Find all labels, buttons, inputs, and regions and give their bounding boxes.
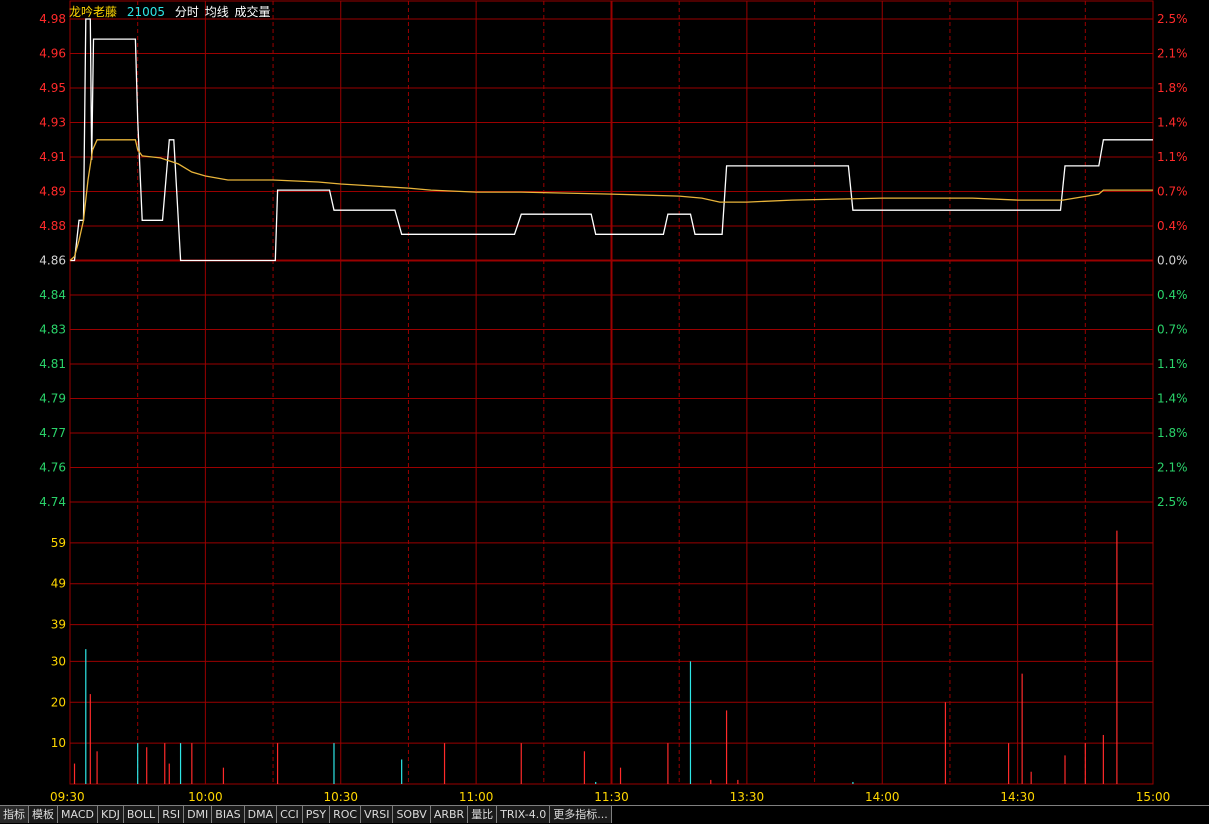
volume-tick-label: 30 bbox=[51, 654, 66, 668]
tab-17[interactable]: 更多指标... bbox=[550, 806, 612, 823]
tab-13[interactable]: SOBV bbox=[393, 806, 431, 823]
tab-6[interactable]: DMI bbox=[184, 806, 213, 823]
price-tick-label: 4.91 bbox=[39, 150, 66, 164]
price-tick-label: 4.95 bbox=[39, 81, 66, 95]
price-tick-label: 4.83 bbox=[39, 323, 66, 337]
tab-0[interactable]: 指标 bbox=[0, 806, 29, 823]
label-timeshare: 分时 bbox=[174, 5, 199, 19]
percent-tick-label: 2.5% bbox=[1157, 12, 1188, 26]
chart-header: 龙吟老藤 21005 分时 均线 成交量 bbox=[69, 3, 277, 20]
percent-tick-label: 1.4% bbox=[1157, 116, 1188, 130]
time-tick-label: 14:30 bbox=[1000, 790, 1035, 804]
volume-tick-label: 39 bbox=[51, 618, 66, 632]
volume-tick-label: 59 bbox=[51, 536, 66, 550]
percent-tick-label: 2.1% bbox=[1157, 461, 1188, 475]
tab-9[interactable]: CCI bbox=[277, 806, 303, 823]
percent-tick-label: 0.4% bbox=[1157, 288, 1188, 302]
percent-tick-label: 1.8% bbox=[1157, 81, 1188, 95]
percent-tick-label: 0.7% bbox=[1157, 185, 1188, 199]
price-tick-label: 4.76 bbox=[39, 461, 66, 475]
tab-12[interactable]: VRSI bbox=[361, 806, 394, 823]
tab-2[interactable]: MACD bbox=[58, 806, 98, 823]
price-tick-label: 4.88 bbox=[39, 219, 66, 233]
time-tick-label: 10:00 bbox=[188, 790, 223, 804]
percent-tick-label: 0.7% bbox=[1157, 323, 1188, 337]
tab-11[interactable]: ROC bbox=[330, 806, 362, 823]
percent-tick-label: 1.1% bbox=[1157, 357, 1188, 371]
indicator-tab-bar: 指标 模板 MACD KDJ BOLL RSI DMI BIAS DMA CCI PSY ROC VRS… bbox=[0, 805, 1209, 824]
tab-14[interactable]: ARBR bbox=[430, 806, 469, 823]
time-tick-label: 11:30 bbox=[594, 790, 629, 804]
time-tick-label: 14:00 bbox=[865, 790, 900, 804]
percent-tick-label: 0.4% bbox=[1157, 219, 1188, 233]
time-tick-label: 11:00 bbox=[459, 790, 494, 804]
tab-4[interactable]: BOLL bbox=[123, 806, 160, 823]
tab-8[interactable]: DMA bbox=[244, 806, 278, 823]
percent-tick-label: 0.0% bbox=[1157, 254, 1188, 268]
percent-tick-label: 1.8% bbox=[1157, 426, 1188, 440]
time-tick-label: 13:30 bbox=[730, 790, 765, 804]
tab-16[interactable]: TRIX-4.0 bbox=[497, 806, 551, 823]
price-tick-label: 4.81 bbox=[39, 357, 66, 371]
price-tick-label: 4.84 bbox=[39, 288, 66, 302]
tab-7[interactable]: BIAS bbox=[212, 806, 245, 823]
price-tick-label: 4.98 bbox=[39, 12, 66, 26]
stock-name: 龙吟老藤 bbox=[69, 5, 118, 19]
volume-tick-label: 10 bbox=[51, 736, 66, 750]
time-tick-label: 15:00 bbox=[1136, 790, 1171, 804]
price-tick-label: 4.86 bbox=[39, 254, 66, 268]
tab-5[interactable]: RSI bbox=[159, 806, 185, 823]
time-tick-label: 09:30 bbox=[50, 790, 85, 804]
tab-10[interactable]: PSY bbox=[302, 806, 331, 823]
volume-tick-label: 49 bbox=[51, 577, 66, 591]
price-tick-label: 4.77 bbox=[39, 426, 66, 440]
stock-code: 21005 bbox=[126, 5, 166, 19]
price-tick-label: 4.93 bbox=[39, 116, 66, 130]
tab-1[interactable]: 模板 bbox=[29, 806, 58, 823]
tab-3[interactable]: KDJ bbox=[97, 806, 124, 823]
label-average-line: 均线 bbox=[204, 5, 229, 19]
tab-15[interactable]: 量比 bbox=[468, 806, 498, 823]
price-tick-label: 4.74 bbox=[39, 495, 66, 509]
label-volume: 成交量 bbox=[234, 5, 271, 19]
percent-tick-label: 1.4% bbox=[1157, 392, 1188, 406]
price-tick-label: 4.89 bbox=[39, 185, 66, 199]
percent-tick-label: 1.1% bbox=[1157, 150, 1188, 164]
volume-tick-label: 20 bbox=[51, 695, 66, 709]
intraday-chart[interactable]: 4.98 2.5% 4.96 2.1% 4.95 1.8% 4.93 1.4% 4.91 1.1%… bbox=[0, 0, 1209, 823]
percent-tick-label: 2.1% bbox=[1157, 47, 1188, 61]
price-tick-label: 4.79 bbox=[39, 392, 66, 406]
price-tick-label: 4.96 bbox=[39, 47, 66, 61]
time-tick-label: 10:30 bbox=[323, 790, 358, 804]
percent-tick-label: 2.5% bbox=[1157, 495, 1188, 509]
